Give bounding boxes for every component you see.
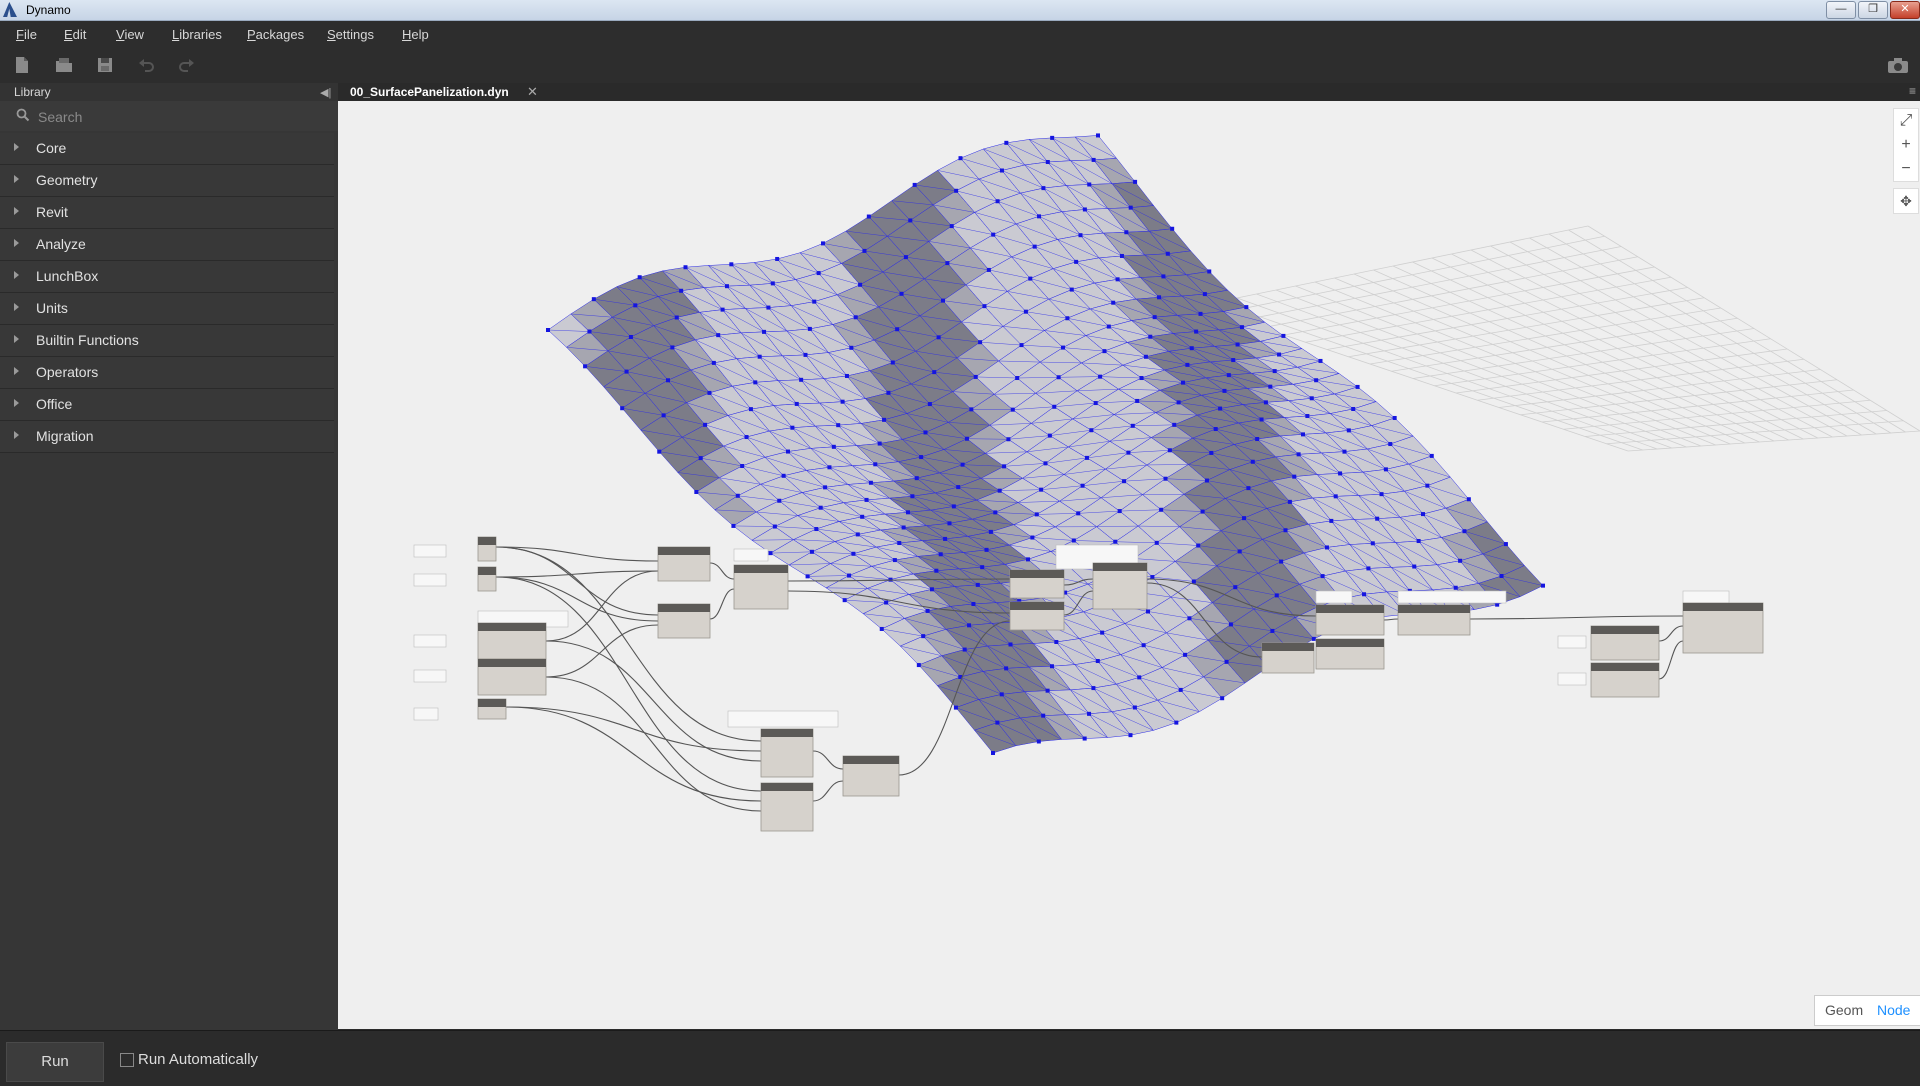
new-file-icon[interactable] [12, 55, 32, 75]
camera-icon[interactable] [1886, 55, 1910, 75]
tab-bar: 00_SurfacePanelization.dyn ✕ ≡ [338, 83, 1920, 101]
library-panel: Core Geometry Revit Analyze LunchBox Uni… [0, 131, 338, 1030]
canvas-drawing [338, 101, 1920, 1029]
search-icon [16, 108, 30, 122]
tab-menu-icon[interactable]: ≡ [1909, 84, 1916, 98]
minimize-button[interactable]: — [1826, 1, 1856, 19]
redo-icon[interactable] [177, 55, 197, 75]
library-category-analyze[interactable]: Analyze [0, 229, 334, 261]
run-automatically-label: Run Automatically [138, 1051, 258, 1068]
dynamo-logo-icon [3, 2, 17, 17]
search-input[interactable] [36, 106, 320, 128]
menu-file[interactable]: File [16, 27, 37, 42]
expand-arrow-icon [14, 143, 19, 151]
close-button[interactable]: ✕ [1890, 1, 1920, 19]
expand-arrow-icon [14, 175, 19, 183]
library-title: Library [14, 85, 51, 99]
library-category-operators[interactable]: Operators [0, 357, 334, 389]
view-toggle: Geom Node [1814, 995, 1920, 1026]
expand-arrow-icon [14, 271, 19, 279]
window-title: Dynamo [26, 3, 71, 17]
menu-view[interactable]: View [116, 27, 144, 42]
library-category-builtin-functions[interactable]: Builtin Functions [0, 325, 334, 357]
expand-arrow-icon [14, 367, 19, 375]
run-automatically-checkbox[interactable] [120, 1053, 134, 1067]
expand-arrow-icon [14, 431, 19, 439]
panelized-surface-preview [546, 133, 1545, 755]
run-button[interactable]: Run [6, 1042, 104, 1082]
library-category-office[interactable]: Office [0, 389, 334, 421]
library-category-core[interactable]: Core [0, 133, 334, 165]
title-bar: Dynamo — ❐ ✕ [0, 0, 1920, 21]
zoom-out-icon[interactable]: − [1894, 157, 1918, 181]
open-file-icon[interactable] [54, 55, 74, 75]
library-search [0, 101, 338, 132]
library-category-revit[interactable]: Revit [0, 197, 334, 229]
expand-arrow-icon [14, 399, 19, 407]
menu-libraries[interactable]: Libraries [172, 27, 222, 42]
zoom-fit-icon[interactable]: ⤢ [1894, 109, 1918, 133]
save-icon[interactable] [95, 55, 115, 75]
menu-edit[interactable]: Edit [64, 27, 86, 42]
expand-arrow-icon [14, 207, 19, 215]
zoom-in-icon[interactable]: + [1894, 133, 1918, 157]
library-category-geometry[interactable]: Geometry [0, 165, 334, 197]
library-header: Library ◀| [0, 83, 338, 101]
menu-settings[interactable]: Settings [327, 27, 374, 42]
library-category-migration[interactable]: Migration [0, 421, 334, 453]
tab-surface-panelization[interactable]: 00_SurfacePanelization.dyn ✕ [340, 83, 540, 101]
expand-arrow-icon [14, 239, 19, 247]
node-view-button[interactable]: Node [1877, 1002, 1910, 1018]
run-bar: Run Run Automatically [0, 1030, 1920, 1086]
undo-icon[interactable] [136, 55, 156, 75]
restore-button[interactable]: ❐ [1858, 1, 1888, 19]
zoom-controls: ⤢ + − [1893, 108, 1919, 182]
pan-icon[interactable]: ✥ [1893, 188, 1919, 214]
collapse-library-icon[interactable]: ◀| [320, 86, 331, 99]
close-tab-icon[interactable]: ✕ [527, 84, 538, 100]
library-category-lunchbox[interactable]: LunchBox [0, 261, 334, 293]
library-category-units[interactable]: Units [0, 293, 334, 325]
expand-arrow-icon [14, 335, 19, 343]
geom-view-button[interactable]: Geom [1825, 1002, 1863, 1018]
workspace-canvas[interactable] [338, 101, 1920, 1029]
menu-packages[interactable]: Packages [247, 27, 304, 42]
menu-bar: File Edit View Libraries Packages Settin… [0, 21, 1920, 47]
toolbar [0, 47, 1920, 84]
expand-arrow-icon [14, 303, 19, 311]
menu-help[interactable]: Help [402, 27, 429, 42]
